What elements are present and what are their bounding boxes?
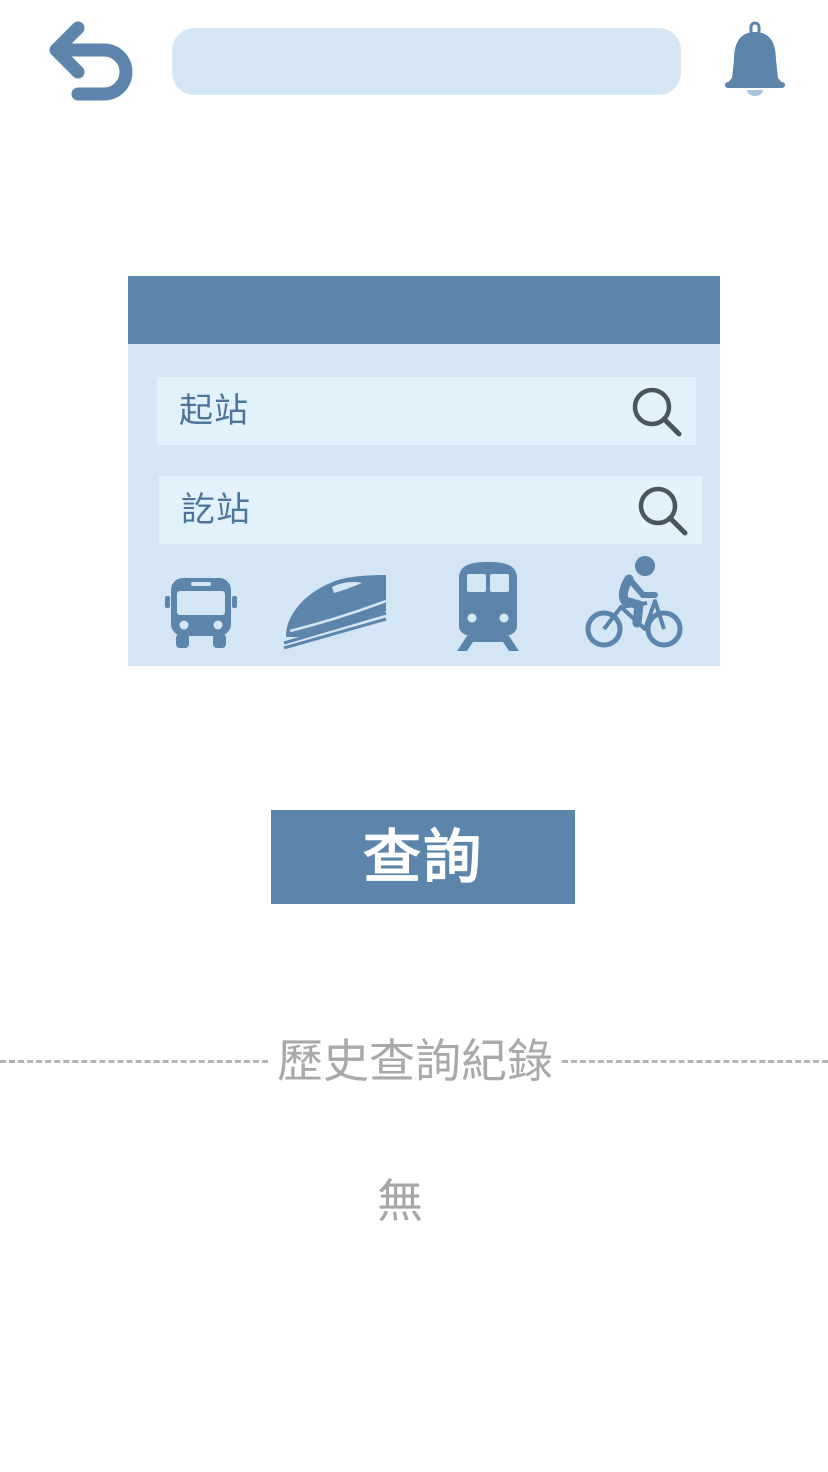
bicycle-icon [585, 555, 683, 649]
history-title: 歷史查詢紀錄 [277, 1034, 553, 1088]
history-divider-right [562, 1060, 828, 1063]
back-button[interactable] [44, 18, 138, 104]
history-section-header: 歷史查詢紀錄 [0, 1030, 828, 1092]
destination-station-label: 訖站 [181, 490, 251, 530]
top-search-bar[interactable] [172, 28, 681, 95]
high-speed-rail-mode-button[interactable] [282, 573, 388, 649]
history-empty-text: 無 [377, 1174, 423, 1228]
bicycle-mode-button[interactable] [585, 555, 683, 649]
notification-button[interactable] [720, 20, 790, 98]
route-card: 起站 訖站 [128, 276, 720, 666]
undo-arrow-icon [44, 18, 138, 104]
origin-station-field[interactable]: 起站 [157, 377, 696, 445]
train-mode-button[interactable] [453, 560, 523, 652]
query-button[interactable]: 查詢 [271, 810, 575, 904]
destination-search-icon[interactable] [634, 482, 692, 540]
bus-icon [164, 576, 238, 649]
train-icon [453, 560, 523, 652]
high-speed-rail-icon [282, 573, 388, 649]
card-header [128, 276, 720, 344]
bus-mode-button[interactable] [164, 576, 238, 649]
origin-search-icon[interactable] [628, 383, 686, 441]
history-divider-left [0, 1060, 268, 1063]
origin-station-label: 起站 [179, 391, 249, 431]
bell-icon [720, 20, 790, 98]
destination-station-field[interactable]: 訖站 [159, 476, 702, 544]
